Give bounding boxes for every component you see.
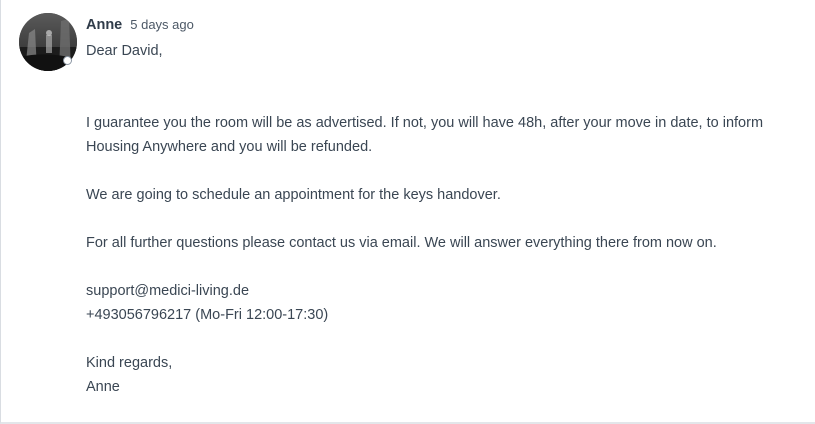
author-name[interactable]: Anne <box>86 17 122 33</box>
message-line: For all further questions please contact… <box>86 235 717 251</box>
message-line <box>86 207 801 231</box>
message-body: Dear David, I guarantee you the room wil… <box>86 39 801 399</box>
message-line <box>86 87 801 111</box>
message-line: I guarantee you the room will be as adve… <box>86 115 764 155</box>
message: Anne 5 days ago Dear David, I guarantee … <box>86 17 801 399</box>
message-line: Kind regards, <box>86 355 173 371</box>
message-line <box>86 63 801 87</box>
message-line: Dear David, <box>86 43 163 59</box>
status-indicator-icon <box>63 56 72 65</box>
message-meta: Anne 5 days ago <box>86 17 801 37</box>
email-link[interactable]: support@medici-living.de <box>86 279 801 303</box>
message-container: Anne 5 days ago Dear David, I guarantee … <box>0 0 815 424</box>
phone-number: +493056796217 (Mo-Fri 12:00-17:30) <box>86 307 329 323</box>
message-line <box>86 327 801 351</box>
message-line <box>86 159 801 183</box>
avatar[interactable] <box>19 13 77 71</box>
message-line <box>86 255 801 279</box>
message-line: Anne <box>86 379 120 395</box>
message-line: We are going to schedule an appointment … <box>86 187 501 203</box>
message-timestamp: 5 days ago <box>130 17 194 32</box>
